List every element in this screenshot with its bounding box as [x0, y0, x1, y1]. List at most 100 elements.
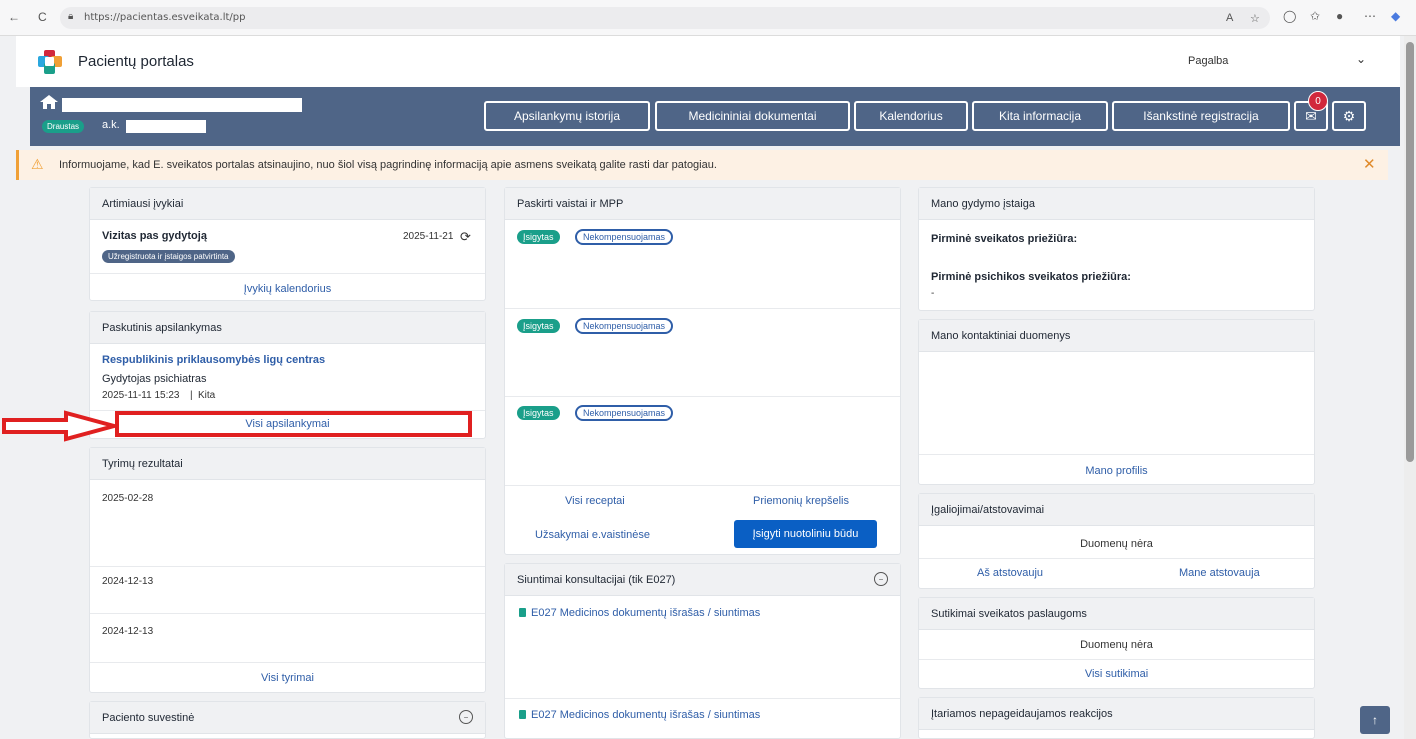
purchased-badge: Įsigytas	[517, 319, 560, 333]
medications-card: Paskirti vaistai ir MPP Įsigytas Nekompe…	[504, 187, 901, 555]
mental-care-value: -	[931, 288, 935, 299]
document-icon	[519, 710, 526, 719]
events-calendar-link[interactable]: Įvykių kalendorius	[90, 283, 485, 295]
warning-icon: ⚠	[31, 156, 44, 172]
visit-separator: |	[190, 390, 193, 401]
card-title: Mano kontaktiniai duomenys	[931, 330, 1071, 342]
address-bar[interactable]: 🔒︎ https://pacientas.esveikata.lt/pp A ☆	[60, 7, 1270, 29]
i-represent-link[interactable]: Aš atstovauju	[977, 567, 1043, 579]
lock-icon: 🔒︎	[68, 11, 74, 22]
non-compensated-badge: Nekompensuojamas	[575, 229, 674, 245]
profile-icon[interactable]: ●	[1336, 9, 1343, 23]
my-institution-card: Mano gydymo įstaiga Pirminė sveikatos pr…	[918, 187, 1315, 311]
patient-navbar: Draustas a.k. Apsilankymų istorija Medic…	[30, 87, 1400, 146]
card-title: Sutikimai sveikatos paslaugoms	[931, 608, 1087, 620]
home-icon[interactable]	[40, 95, 58, 109]
visit-datetime: 2025-11-11 15:23	[102, 390, 180, 401]
test-results-card: Tyrimų rezultatai 2025-02-28 2024-12-13 …	[89, 447, 486, 693]
nav-medical-documents-button[interactable]: Medicininiai dokumentai	[655, 101, 850, 131]
purchased-badge: Įsigytas	[517, 406, 560, 420]
more-menu-icon[interactable]: ⋯	[1364, 9, 1376, 23]
chevron-down-icon[interactable]: ⌄	[1356, 52, 1366, 66]
patient-name-redacted	[62, 98, 302, 112]
result-date[interactable]: 2024-12-13	[102, 626, 153, 637]
portal-title[interactable]: Pacientų portalas	[78, 53, 194, 70]
favorite-star-icon[interactable]: ☆	[1250, 12, 1260, 25]
help-link[interactable]: Pagalba	[1188, 55, 1228, 67]
card-title: Paskutinis apsilankymas	[102, 322, 222, 334]
close-icon[interactable]: ✕	[1363, 155, 1376, 173]
back-button[interactable]: ←	[8, 10, 20, 24]
non-compensated-badge: Nekompensuojamas	[575, 405, 674, 421]
card-title: Siuntimai konsultacijai (tik E027)	[517, 574, 676, 586]
mail-count-badge: 0	[1308, 91, 1328, 111]
card-title: Tyrimų rezultatai	[102, 458, 183, 470]
all-prescriptions-link[interactable]: Visi receptai	[565, 495, 625, 507]
card-title: Artimiausi įvykiai	[102, 198, 184, 210]
nav-other-info-button[interactable]: Kita informacija	[972, 101, 1108, 131]
annotation-arrow-icon	[2, 410, 118, 442]
non-compensated-badge: Nekompensuojamas	[575, 318, 674, 334]
portal-header: Pacientų portalas Pagalba ⌄	[16, 36, 1400, 87]
extensions-icon[interactable]: ◯	[1283, 9, 1296, 23]
status-badge: Užregistruota ir įstaigos patvirtinta	[102, 250, 235, 263]
referral-link[interactable]: E027 Medicinos dokumentų išrašas / siunt…	[531, 709, 760, 721]
card-title: Įtariamos nepageidaujamos reakcijos	[931, 708, 1113, 720]
browser-toolbar: ← C 🔒︎ https://pacientas.esveikata.lt/pp…	[0, 0, 1416, 36]
referrals-card: Siuntimai konsultacijai (tik E027) − E027…	[504, 563, 901, 739]
card-title: Įgaliojimai/atstovavimai	[931, 504, 1045, 516]
upcoming-events-card: Artimiausi įvykiai Vizitas pas gydytoją …	[89, 187, 486, 301]
settings-button[interactable]: ⚙	[1332, 101, 1366, 131]
update-notice: ⚠ Informuojame, kad E. sveikatos portala…	[16, 150, 1388, 180]
notice-text: Informuojame, kad E. sveikatos portalas …	[59, 159, 717, 171]
all-consents-link[interactable]: Visi sutikimai	[919, 668, 1314, 680]
adverse-reactions-card: Įtariamos nepageidaujamos reakcijos	[918, 697, 1315, 739]
personal-code-redacted	[126, 120, 206, 133]
contact-details-card: Mano kontaktiniai duomenys Mano profilis	[918, 319, 1315, 485]
event-title[interactable]: Vizitas pas gydytoją	[102, 230, 207, 242]
copilot-icon[interactable]: ◆	[1391, 9, 1400, 23]
visit-institution-link[interactable]: Respublikinis priklausomybės ligų centra…	[102, 354, 325, 366]
consents-card: Sutikimai sveikatos paslaugoms Duomenų n…	[918, 597, 1315, 689]
my-profile-link[interactable]: Mano profilis	[919, 465, 1314, 477]
visit-type: Kita	[198, 390, 216, 401]
scrollbar-thumb[interactable]	[1406, 42, 1414, 462]
annotation-highlight-box	[115, 411, 472, 437]
result-date[interactable]: 2024-12-13	[102, 576, 153, 587]
card-title: Paciento suvestinė	[102, 712, 195, 724]
card-title: Paskirti vaistai ir MPP	[517, 198, 624, 210]
represent-me-link[interactable]: Mane atstovauja	[1179, 567, 1260, 579]
no-data-text: Duomenų nėra	[1080, 639, 1153, 651]
e-pharmacy-orders-link[interactable]: Užsakymai e.vaistinėse	[535, 529, 650, 541]
arrow-up-icon: ↑	[1372, 713, 1378, 727]
all-tests-link[interactable]: Visi tyrimai	[90, 672, 485, 684]
read-aloud-icon[interactable]: A	[1226, 12, 1233, 24]
collapse-icon[interactable]: −	[874, 572, 888, 586]
scroll-to-top-button[interactable]: ↑	[1360, 706, 1390, 734]
nav-calendar-button[interactable]: Kalendorius	[854, 101, 968, 131]
collapse-icon[interactable]: −	[459, 710, 473, 724]
nav-visit-history-button[interactable]: Apsilankymų istorija	[484, 101, 650, 131]
favorites-icon[interactable]: ✩	[1310, 9, 1320, 23]
purchased-badge: Įsigytas	[517, 230, 560, 244]
insured-badge: Draustas	[42, 120, 85, 133]
event-date: 2025-11-21	[403, 231, 454, 242]
calendar-check-icon: ⟳	[460, 229, 471, 244]
url-text: https://pacientas.esveikata.lt/pp	[84, 12, 246, 23]
card-title: Mano gydymo įstaiga	[931, 198, 1035, 210]
authorizations-card: Įgaliojimai/atstovavimai Duomenų nėra Aš…	[918, 493, 1315, 589]
visit-doctor: Gydytojas psichiatras	[102, 373, 207, 385]
buy-remotely-button[interactable]: Įsigyti nuotoliniu būdu	[734, 520, 877, 548]
mental-care-label: Pirminė psichikos sveikatos priežiūra:	[931, 271, 1131, 283]
no-data-text: Duomenų nėra	[1080, 538, 1153, 550]
referral-link[interactable]: E027 Medicinos dokumentų išrašas / siunt…	[531, 607, 760, 619]
personal-code-label: a.k.	[102, 119, 120, 131]
nav-pre-registration-button[interactable]: Išankstinė registracija	[1112, 101, 1290, 131]
reload-button[interactable]: C	[38, 10, 47, 24]
equipment-cart-link[interactable]: Priemonių krepšelis	[753, 495, 849, 507]
portal-logo-icon[interactable]	[38, 50, 62, 74]
patient-summary-card: Paciento suvestinė −	[89, 701, 486, 739]
primary-care-label: Pirminė sveikatos priežiūra:	[931, 233, 1078, 245]
result-date[interactable]: 2025-02-28	[102, 493, 153, 504]
document-icon	[519, 608, 526, 617]
